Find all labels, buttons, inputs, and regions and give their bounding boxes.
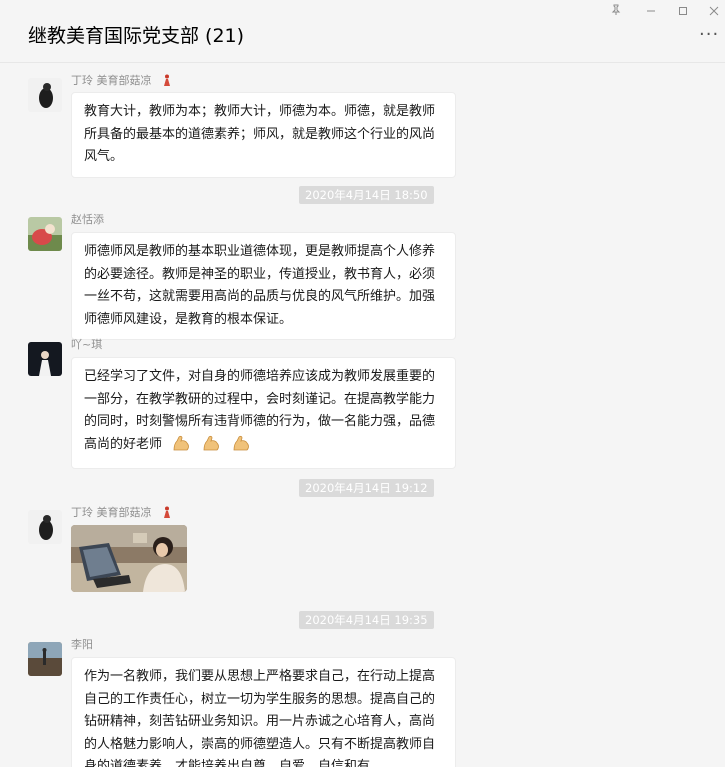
figure-badge-icon — [164, 506, 170, 518]
avatar[interactable] — [28, 642, 62, 676]
maximize-icon[interactable] — [672, 4, 694, 20]
sender-name: 吖~琪 — [71, 338, 103, 351]
flexed-biceps-icon — [172, 434, 192, 461]
avatar[interactable] — [28, 342, 62, 376]
avatar[interactable] — [28, 217, 62, 251]
timestamp-divider: 2020年4月14日 19:35 — [299, 611, 434, 629]
avatar[interactable] — [28, 78, 62, 112]
sender-name-text: 丁玲 美育部菇凉 — [71, 74, 152, 87]
image-message[interactable] — [71, 525, 187, 592]
sender-name: 丁玲 美育部菇凉 — [71, 505, 173, 521]
avatar[interactable] — [28, 510, 62, 544]
sender-name: 丁玲 美育部菇凉 — [71, 73, 173, 89]
message-bubble[interactable]: 师德师风是教师的基本职业道德体现，更是教师提高个人修养的必要途径。教师是神圣的职… — [71, 232, 456, 340]
message-text: 已经学习了文件，对自身的师德培养应该成为教师发展重要的一部分，在教学教研的过程中… — [84, 369, 436, 452]
chat-title: 继教美育国际党支部 (21) — [28, 25, 245, 47]
timestamp-divider: 2020年4月14日 18:50 — [299, 186, 434, 204]
minimize-icon[interactable] — [640, 4, 662, 20]
more-options-icon[interactable]: ··· — [699, 26, 723, 44]
close-icon[interactable] — [703, 4, 725, 20]
message-list[interactable]: 丁玲 美育部菇凉 教育大计，教师为本；教师大计，师德为本。师德，就是教师所具备的… — [0, 63, 725, 767]
sender-name: 李阳 — [71, 638, 93, 651]
message-bubble[interactable]: 教育大计，教师为本；教师大计，师德为本。师德，就是教师所具备的最基本的道德素养；… — [71, 92, 456, 178]
chat-header: 继教美育国际党支部 (21) ··· — [0, 0, 725, 63]
flexed-biceps-icon — [202, 434, 222, 461]
pin-icon[interactable] — [605, 4, 627, 20]
figure-badge-icon — [164, 74, 170, 86]
sender-name: 赵恬添 — [71, 213, 104, 226]
sender-name-text: 丁玲 美育部菇凉 — [71, 506, 152, 519]
timestamp-divider: 2020年4月14日 19:12 — [299, 479, 434, 497]
message-bubble[interactable]: 已经学习了文件，对自身的师德培养应该成为教师发展重要的一部分，在教学教研的过程中… — [71, 357, 456, 469]
message-bubble[interactable]: 作为一名教师，我们要从思想上严格要求自己，在行动上提高自己的工作责任心，树立一切… — [71, 657, 456, 767]
flexed-biceps-icon — [232, 434, 252, 461]
